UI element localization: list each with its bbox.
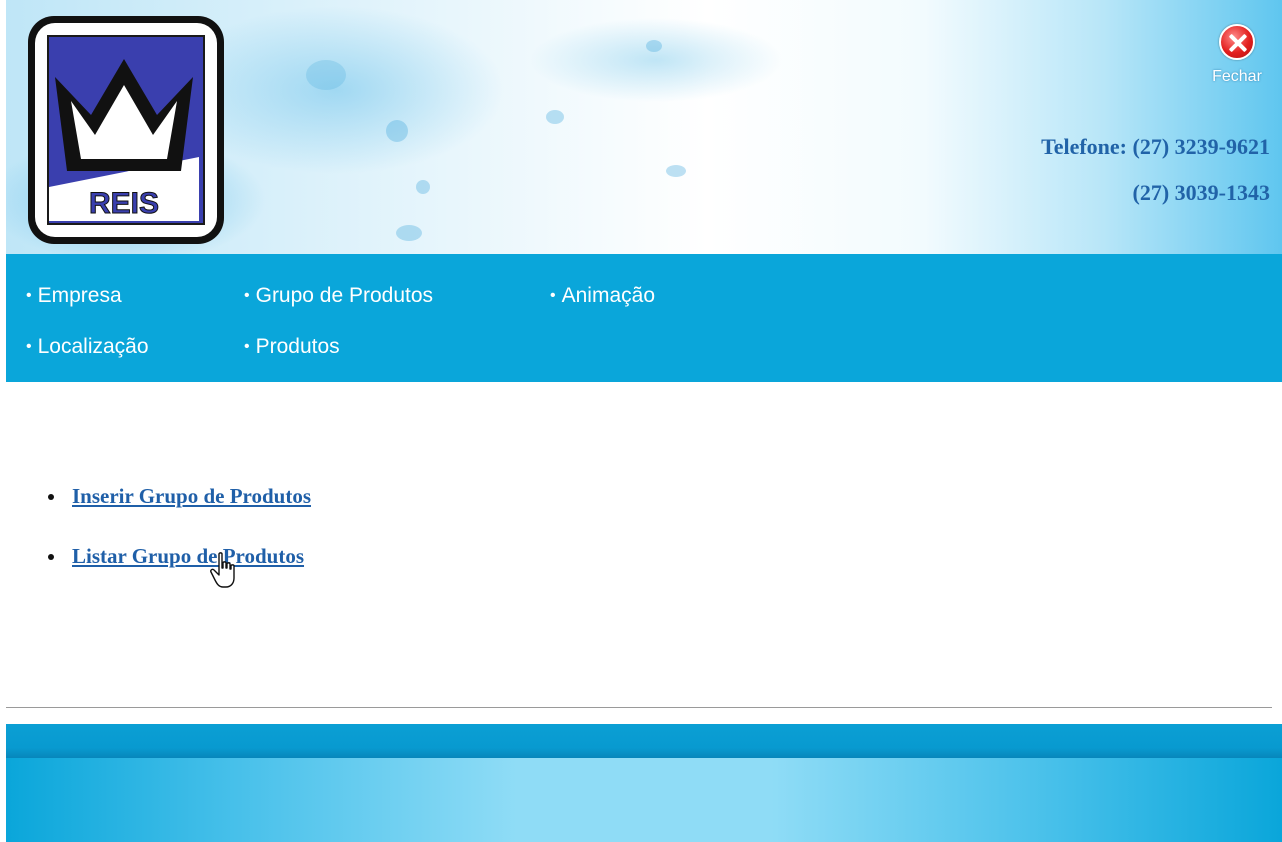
main-nav: • Empresa • Grupo de Produtos • Animação • L… [6, 254, 1282, 382]
phone-numbers: Telefone: (27) 3239-9621 (27) 3039-1343 [1041, 124, 1270, 216]
nav-bullet: • [550, 287, 556, 304]
nav-bullet: • [244, 338, 250, 355]
close-button[interactable]: Fechar [1206, 24, 1268, 104]
phone-line-2: (27) 3039-1343 [1132, 180, 1270, 205]
close-label[interactable]: Fechar [1206, 68, 1268, 86]
hand-pointer-cursor [210, 552, 235, 588]
nav-item-empresa[interactable]: • Empresa [26, 284, 122, 308]
page: REIS Fechar Telefone: (27) 3239-9621 (27… [6, 0, 1282, 842]
inserir-grupo-link[interactable]: Inserir Grupo de Produtos [72, 484, 311, 509]
list-bullet [48, 494, 54, 500]
nav-bullet: • [244, 287, 250, 304]
nav-bullet: • [26, 287, 32, 304]
reis-crown-logo[interactable]: REIS [28, 16, 224, 244]
nav-item-label: Produtos [255, 335, 340, 358]
divider [6, 707, 1272, 708]
nav-bullet: • [26, 338, 32, 355]
nav-item-localizacao[interactable]: • Localização [26, 335, 149, 359]
nav-item-label: Animação [561, 284, 655, 307]
svg-text:REIS: REIS [89, 187, 159, 220]
close-icon[interactable] [1219, 24, 1255, 60]
list-bullet [48, 554, 54, 560]
listar-grupo-link[interactable]: Listar Grupo de Produtos [72, 544, 304, 569]
phone-line-1: Telefone: (27) 3239-9621 [1041, 134, 1270, 159]
nav-item-label: Localização [37, 335, 149, 358]
footer-band [6, 724, 1282, 758]
nav-item-label: Grupo de Produtos [255, 284, 434, 307]
nav-item-animacao[interactable]: • Animação [550, 284, 655, 308]
nav-item-grupo-de-produtos[interactable]: • Grupo de Produtos [244, 284, 433, 308]
footer-banner [6, 724, 1282, 842]
nav-item-produtos[interactable]: • Produtos [244, 335, 340, 359]
nav-item-label: Empresa [37, 284, 122, 307]
header-banner: REIS Fechar Telefone: (27) 3239-9621 (27… [6, 0, 1282, 254]
